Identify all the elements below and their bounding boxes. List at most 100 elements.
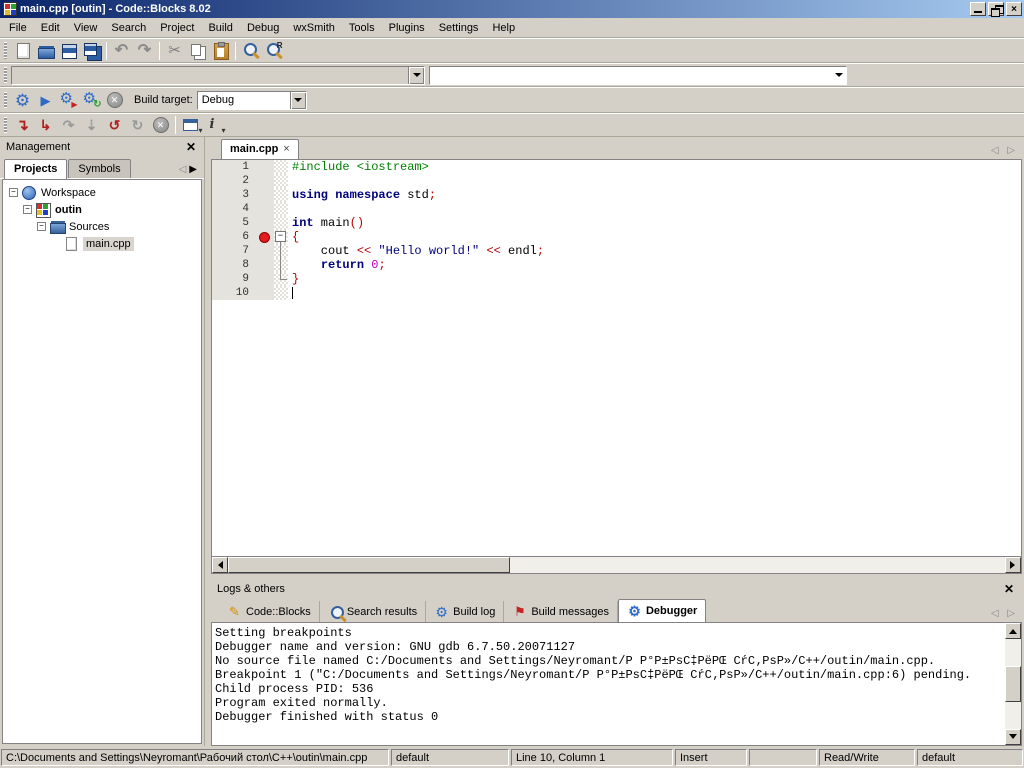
line-number[interactable]: 10: [212, 286, 256, 300]
line-number[interactable]: 1: [212, 160, 256, 174]
menu-search[interactable]: Search: [104, 20, 153, 36]
toolbar-grip[interactable]: [4, 42, 7, 58]
breakpoint-margin[interactable]: [256, 160, 274, 174]
chevron-down-icon[interactable]: [408, 67, 424, 84]
menu-settings[interactable]: Settings: [432, 20, 486, 36]
scrollbar-track[interactable]: [1005, 639, 1021, 729]
fold-collapse-icon[interactable]: [274, 230, 288, 244]
step-out-button[interactable]: [126, 114, 149, 136]
line-number[interactable]: 8: [212, 258, 256, 272]
code-editor[interactable]: 1#include <iostream>23using namespace st…: [212, 160, 1021, 556]
line-number[interactable]: 4: [212, 202, 256, 216]
open-file-button[interactable]: [34, 40, 57, 62]
run-to-cursor-button[interactable]: [34, 114, 57, 136]
next-instruction-button[interactable]: [103, 114, 126, 136]
menu-build[interactable]: Build: [201, 20, 239, 36]
menu-view[interactable]: View: [67, 20, 105, 36]
line-number[interactable]: 7: [212, 244, 256, 258]
scroll-up-icon[interactable]: [1005, 623, 1021, 639]
new-file-button[interactable]: [11, 40, 34, 62]
logs-vertical-scrollbar[interactable]: [1005, 623, 1021, 745]
menu-help[interactable]: Help: [485, 20, 522, 36]
breakpoint-margin[interactable]: [256, 202, 274, 216]
tab-scroll-arrows[interactable]: ◁ ▷: [991, 608, 1022, 622]
breakpoint-margin[interactable]: [256, 216, 274, 230]
abort-button[interactable]: [103, 89, 126, 111]
line-number[interactable]: 3: [212, 188, 256, 202]
cut-button[interactable]: [163, 40, 186, 62]
toolbar-grip[interactable]: [4, 92, 7, 109]
breakpoint-marker[interactable]: [256, 230, 274, 244]
tab-symbols[interactable]: Symbols: [68, 159, 130, 178]
build-target-combobox[interactable]: Debug: [197, 91, 307, 110]
menu-wxsmith[interactable]: wxSmith: [286, 20, 342, 36]
breakpoint-margin[interactable]: [256, 244, 274, 258]
stop-debugger-button[interactable]: [149, 114, 172, 136]
chevron-down-icon[interactable]: [832, 69, 846, 81]
breakpoint-margin[interactable]: [256, 272, 274, 286]
tab-search-results[interactable]: Search results: [320, 601, 426, 622]
chevron-down-icon[interactable]: [290, 92, 306, 109]
redo-button[interactable]: [133, 40, 156, 62]
find-button[interactable]: [239, 40, 262, 62]
menu-file[interactable]: File: [2, 20, 34, 36]
debugging-windows-button[interactable]: [179, 114, 202, 136]
menu-debug[interactable]: Debug: [240, 20, 286, 36]
scroll-left-icon[interactable]: [212, 557, 228, 573]
menu-project[interactable]: Project: [153, 20, 201, 36]
toolbar-grip[interactable]: [4, 67, 7, 82]
breakpoint-margin[interactable]: [256, 286, 274, 300]
debug-continue-button[interactable]: [11, 114, 34, 136]
collapse-icon[interactable]: −: [37, 222, 46, 231]
tree-item-main-cpp[interactable]: main.cpp: [3, 235, 201, 252]
line-number[interactable]: 2: [212, 174, 256, 188]
breakpoint-margin[interactable]: [256, 188, 274, 202]
next-line-button[interactable]: [57, 114, 80, 136]
scrollbar-track[interactable]: [510, 557, 1005, 573]
compile-button[interactable]: [11, 89, 34, 111]
paste-button[interactable]: [209, 40, 232, 62]
tree-item-sources[interactable]: −Sources: [3, 218, 201, 235]
close-icon[interactable]: ✕: [184, 140, 198, 154]
collapse-icon[interactable]: −: [23, 205, 32, 214]
step-into-button[interactable]: [80, 114, 103, 136]
tab-projects[interactable]: Projects: [4, 159, 67, 179]
line-number[interactable]: 6: [212, 230, 256, 244]
rebuild-button[interactable]: [80, 89, 103, 111]
copy-button[interactable]: [186, 40, 209, 62]
function-combobox[interactable]: [429, 66, 847, 85]
undo-button[interactable]: [110, 40, 133, 62]
various-info-button[interactable]: [202, 114, 225, 136]
close-tab-icon[interactable]: ×: [283, 143, 289, 155]
tree-item-outin[interactable]: −outin: [3, 201, 201, 218]
tab-scroll-arrows[interactable]: ◁ ▷: [991, 145, 1022, 159]
menu-edit[interactable]: Edit: [34, 20, 67, 36]
restore-button[interactable]: [988, 2, 1004, 16]
scrollbar-thumb[interactable]: [1005, 666, 1021, 702]
close-button[interactable]: ×: [1006, 2, 1022, 16]
line-number[interactable]: 5: [212, 216, 256, 230]
scope-combobox[interactable]: [11, 66, 425, 85]
save-file-button[interactable]: [57, 40, 80, 62]
breakpoint-margin[interactable]: [256, 174, 274, 188]
menu-plugins[interactable]: Plugins: [382, 20, 432, 36]
scrollbar-thumb[interactable]: [228, 557, 510, 573]
toolbar-grip[interactable]: [4, 117, 7, 132]
line-number[interactable]: 9: [212, 272, 256, 286]
replace-button[interactable]: R: [262, 40, 285, 62]
collapse-icon[interactable]: −: [9, 188, 18, 197]
tree-item-workspace[interactable]: −Workspace: [3, 184, 201, 201]
run-button[interactable]: [34, 89, 57, 111]
editor-tab-main.cpp[interactable]: main.cpp×: [221, 139, 299, 159]
tab-build-messages[interactable]: Build messages: [504, 601, 618, 622]
minimize-button[interactable]: [970, 2, 986, 16]
close-icon[interactable]: ✕: [1002, 582, 1016, 596]
tab-scroll-arrows[interactable]: ◁▶: [179, 164, 204, 178]
editor-horizontal-scrollbar[interactable]: [211, 557, 1022, 574]
save-all-button[interactable]: [80, 40, 103, 62]
build-and-run-button[interactable]: [57, 89, 80, 111]
scroll-right-icon[interactable]: [1005, 557, 1021, 573]
breakpoint-margin[interactable]: [256, 258, 274, 272]
tab-debugger[interactable]: Debugger: [618, 599, 706, 622]
tab-code-blocks[interactable]: Code::Blocks: [219, 601, 320, 622]
